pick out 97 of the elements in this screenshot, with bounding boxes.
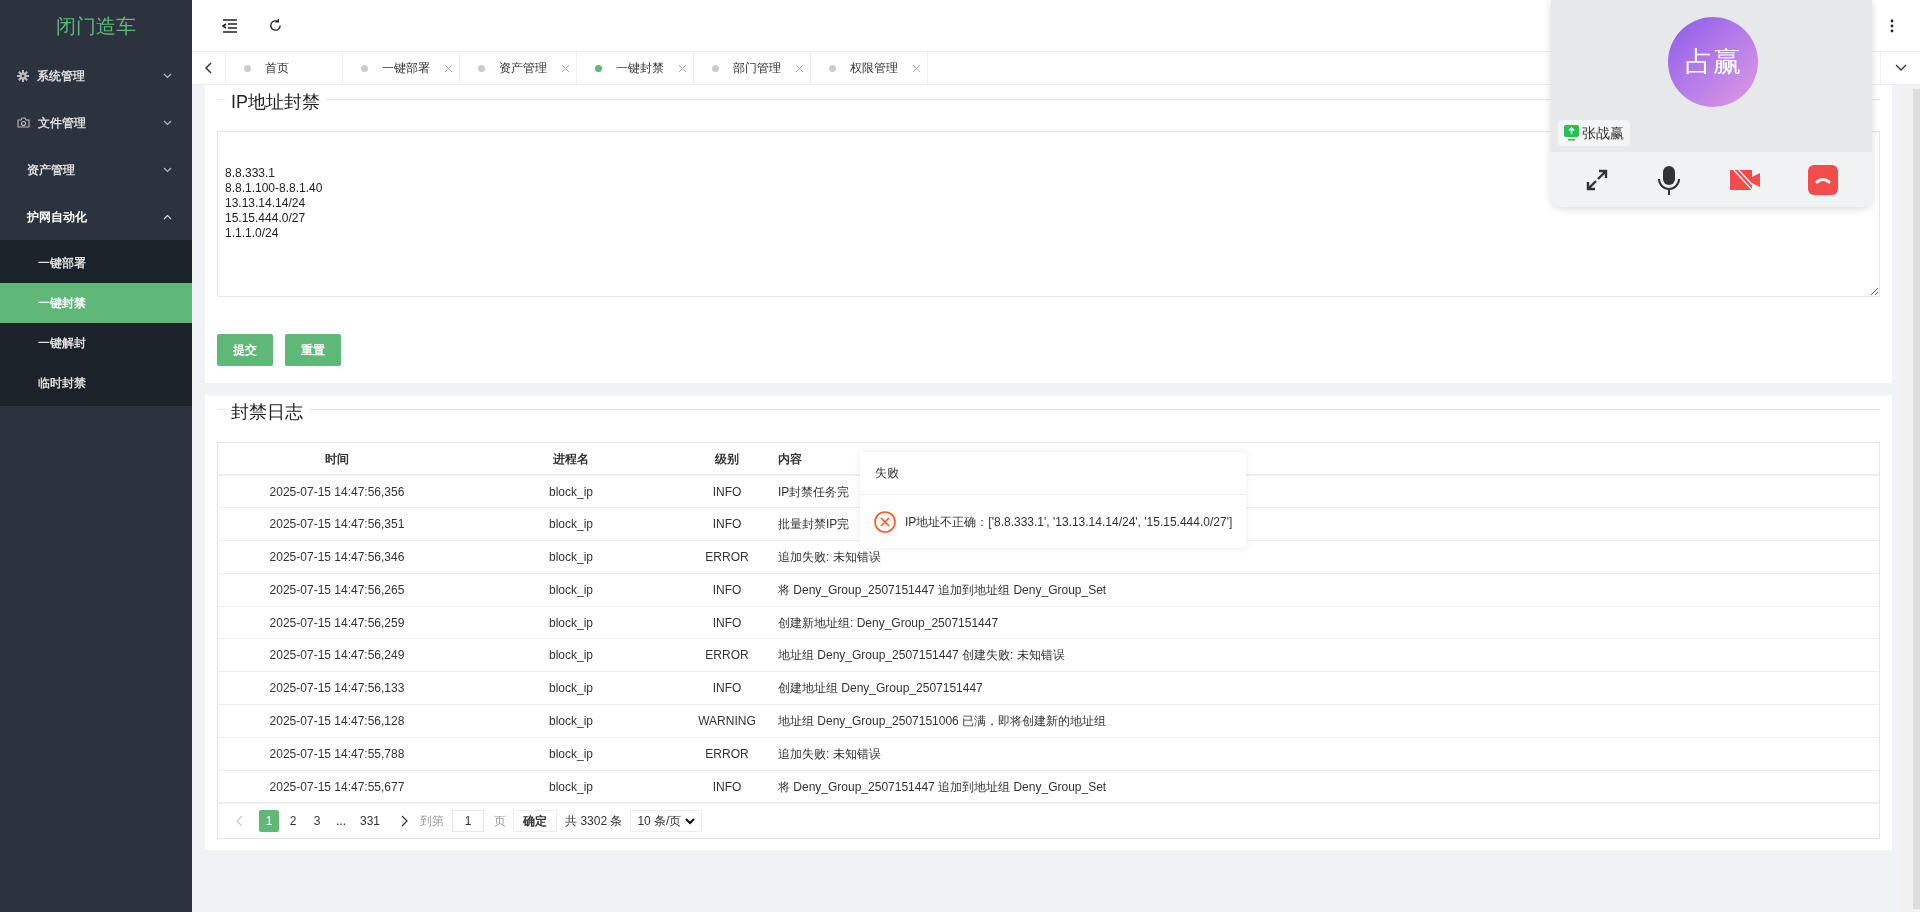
page-size-select[interactable]: 10 条/页 <box>630 810 703 833</box>
table-cell: 2025-07-15 14:47:55,677 <box>269 779 405 794</box>
goto-label: 到第 <box>420 813 445 831</box>
table-cell: block_ip <box>549 779 593 794</box>
menu-item[interactable]: 文件管理 <box>0 99 192 146</box>
table-cell: ERROR <box>705 746 749 761</box>
table-cell: INFO <box>712 582 742 597</box>
camera-off-icon[interactable] <box>1729 166 1760 193</box>
page-input-field[interactable]: 1 <box>452 810 485 833</box>
next-page-icon[interactable] <box>401 815 409 828</box>
table-cell: block_ip <box>549 484 593 499</box>
table-cell: block_ip <box>549 550 593 564</box>
expand-icon[interactable] <box>1585 167 1610 192</box>
table-cell: WARNING <box>698 713 756 728</box>
table-cell: 地址组 Deny_Group_2507151447 创建失败: 未知错误 <box>778 648 1065 663</box>
column-header: 时间 <box>325 451 349 466</box>
table-cell: 将 Deny_Group_2507151447 追加到地址组 Deny_Group_Set <box>778 779 1107 794</box>
tab[interactable]: 一键部署 <box>343 52 460 84</box>
screen-share-icon <box>1564 125 1579 141</box>
chevron-down-icon <box>1894 64 1907 72</box>
close-icon[interactable] <box>444 63 453 73</box>
tab[interactable]: 首页 <box>226 52 343 84</box>
chevron-down-icon <box>163 119 172 126</box>
table-cell: block_ip <box>549 713 593 728</box>
page-button[interactable]: 3 <box>307 810 327 833</box>
table-cell: INFO <box>712 484 742 499</box>
column-header: 进程名 <box>553 451 589 466</box>
refresh-icon[interactable] <box>268 18 283 33</box>
prev-page-icon[interactable] <box>236 815 243 828</box>
menu-item[interactable]: 资产管理 <box>0 146 192 193</box>
toast-title: 失败 <box>875 465 899 482</box>
table-cell: 2025-07-15 14:47:56,259 <box>269 615 405 630</box>
page-unit-label: 页 <box>494 813 507 831</box>
menu-fold-icon[interactable] <box>222 18 238 33</box>
table-cell: ERROR <box>705 648 749 663</box>
table-cell: 追加失败: 未知错误 <box>778 746 881 761</box>
tab[interactable]: 权限管理 <box>811 52 928 84</box>
table-cell: block_ip <box>549 517 593 532</box>
menu-item[interactable]: 护网自动化 <box>0 193 192 240</box>
column-header: 内容 <box>778 451 802 466</box>
chevron-down-icon <box>685 817 696 825</box>
menu-item[interactable]: 系统管理 <box>0 52 192 99</box>
table-cell: 2025-07-15 14:47:56,356 <box>269 484 405 499</box>
toast-message: IP地址不正确：['8.8.333.1', '13.13.14.14/24', '15.15.444.0/27'] <box>905 513 1233 531</box>
submenu-item[interactable]: 一键部署 <box>0 243 192 283</box>
page-button[interactable]: 2 <box>283 810 303 833</box>
column-header: 级别 <box>715 451 739 466</box>
page-button[interactable]: 331 <box>355 810 386 833</box>
close-icon[interactable] <box>678 63 687 73</box>
submenu-item[interactable]: 临时封禁 <box>0 363 192 403</box>
chevron-left-icon <box>204 62 213 74</box>
table-cell: 2025-07-15 14:47:56,346 <box>269 550 405 564</box>
table-cell: INFO <box>712 615 742 630</box>
avatar: 占赢 <box>1668 17 1758 107</box>
table-cell: block_ip <box>549 648 593 663</box>
gear-icon <box>17 69 29 82</box>
close-icon[interactable] <box>795 63 804 73</box>
submenu-item[interactable]: 一键解封 <box>0 323 192 363</box>
table-cell: block_ip <box>549 681 593 696</box>
confirm-button[interactable]: 确定 <box>513 810 558 833</box>
table-cell: INFO <box>712 681 742 696</box>
chevron-down-icon <box>163 72 172 79</box>
table-cell: 批量封禁IP完 <box>778 517 850 532</box>
table-cell: block_ip <box>549 615 593 630</box>
table-cell: 2025-07-15 14:47:56,128 <box>269 713 405 728</box>
table-cell: 2025-07-15 14:47:56,351 <box>269 517 405 532</box>
app-logo: 闭门造车 <box>56 14 136 39</box>
chevron-down-icon <box>163 166 172 173</box>
tab[interactable]: 部门管理 <box>694 52 811 84</box>
table-cell: block_ip <box>549 582 593 597</box>
table-cell: 地址组 Deny_Group_2507151006 已满，即将创建新的地址组 <box>778 713 1107 728</box>
table-cell: 追加失败: 未知错误 <box>778 550 881 564</box>
tab[interactable]: 资产管理 <box>460 52 577 84</box>
total-count: 共 3302 条 <box>565 813 623 831</box>
chevron-up-icon <box>163 213 172 220</box>
table-cell: 2025-07-15 14:47:56,265 <box>269 582 405 597</box>
close-icon[interactable] <box>561 63 570 73</box>
table-cell: 创建新地址组: Deny_Group_2507151447 <box>778 615 999 630</box>
microphone-icon[interactable] <box>1657 164 1682 195</box>
more-icon[interactable] <box>1890 18 1894 33</box>
table-cell: ERROR <box>705 550 749 564</box>
close-icon[interactable] <box>912 63 921 73</box>
table-cell: INFO <box>712 779 742 794</box>
page-button[interactable]: ... <box>331 810 351 833</box>
table-cell: 创建地址组 Deny_Group_2507151447 <box>778 681 983 696</box>
table-cell: IP封禁任务完 <box>778 484 850 499</box>
hang-up-icon[interactable] <box>1807 164 1838 195</box>
table-cell: 2025-07-15 14:47:56,249 <box>269 648 405 663</box>
camera-icon <box>17 117 30 128</box>
table-cell: 将 Deny_Group_2507151447 追加到地址组 Deny_Group_Set <box>778 582 1107 597</box>
table-cell: INFO <box>712 517 742 532</box>
table-cell: block_ip <box>549 746 593 761</box>
table-cell: 2025-07-15 14:47:56,133 <box>269 681 405 696</box>
error-icon <box>874 510 896 533</box>
scrollbar[interactable] <box>1900 85 1920 912</box>
tab[interactable]: 一键封禁 <box>577 52 694 84</box>
table-cell: 2025-07-15 14:47:55,788 <box>269 746 405 761</box>
